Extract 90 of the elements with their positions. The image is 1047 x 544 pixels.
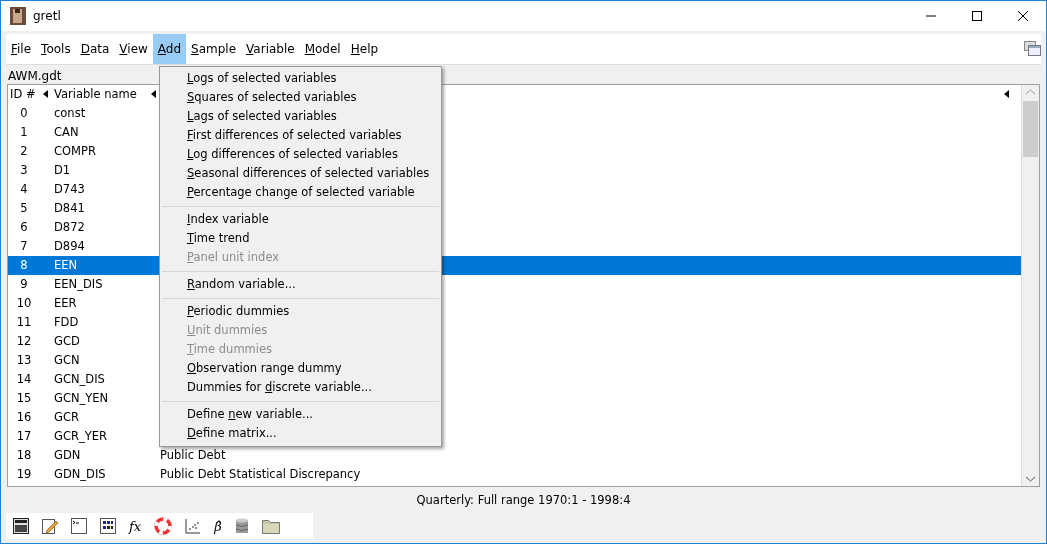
- menu-option[interactable]: Log differences of selected variables: [160, 145, 441, 164]
- menu-option[interactable]: Periodic dummies: [160, 302, 441, 321]
- id-cell[interactable]: 3: [8, 160, 54, 180]
- scroll-thumb[interactable]: [1023, 100, 1038, 157]
- id-cell[interactable]: 2: [8, 141, 54, 161]
- menu-item[interactable]: Add: [152, 33, 187, 64]
- menu-item[interactable]: File: [6, 33, 37, 64]
- menu-option[interactable]: Define new variable...: [160, 405, 441, 424]
- window-title: gretl: [33, 8, 61, 23]
- description-cell-text: Public Debt: [160, 446, 226, 464]
- name-cell[interactable]: D894: [54, 236, 160, 256]
- id-cell[interactable]: 13: [8, 350, 54, 370]
- sort-arrow-icon[interactable]: [151, 90, 156, 99]
- id-cell[interactable]: 7: [8, 236, 54, 256]
- database-icon[interactable]: [234, 517, 249, 535]
- name-cell[interactable]: FDD: [54, 312, 160, 332]
- folder-icon[interactable]: [261, 518, 280, 534]
- id-cell[interactable]: 9: [8, 274, 54, 294]
- id-cell[interactable]: 15: [8, 388, 54, 408]
- id-cell[interactable]: 6: [8, 217, 54, 237]
- menu-option[interactable]: Observation range dummy: [160, 359, 441, 378]
- menu-option[interactable]: Index variable: [160, 210, 441, 229]
- menu-item[interactable]: Model: [299, 33, 346, 64]
- id-cell[interactable]: 8: [8, 255, 54, 275]
- menu-option[interactable]: Dummies for discrete variable...: [160, 378, 441, 397]
- sort-arrow-icon[interactable]: [43, 90, 48, 99]
- id-cell[interactable]: 19: [8, 464, 54, 484]
- id-cell[interactable]: 18: [8, 445, 54, 465]
- column-header[interactable]: Variable name: [52, 87, 147, 102]
- file-label: AWM.gdt: [8, 68, 62, 83]
- id-cell[interactable]: 0: [8, 103, 54, 123]
- menu-option[interactable]: First differences of selected variables: [160, 126, 441, 145]
- menu-option[interactable]: Time trend: [160, 229, 441, 248]
- id-cell[interactable]: 16: [8, 407, 54, 427]
- terminal-icon[interactable]: [71, 518, 87, 535]
- notepad-pencil-icon[interactable]: [42, 518, 58, 535]
- menu-item[interactable]: Variable: [241, 33, 300, 64]
- name-cell[interactable]: D743: [54, 179, 160, 199]
- name-cell[interactable]: EEN_DIS: [54, 274, 160, 294]
- windows-icon[interactable]: [1024, 41, 1041, 57]
- maximize-icon[interactable]: [971, 9, 983, 22]
- name-cell[interactable]: GCN: [54, 350, 160, 370]
- name-cell[interactable]: GCR: [54, 407, 160, 427]
- matrix-icon[interactable]: [100, 518, 116, 535]
- id-cell[interactable]: 14: [8, 369, 54, 389]
- menu-option[interactable]: Lags of selected variables: [160, 107, 441, 126]
- id-cell[interactable]: 10: [8, 293, 54, 313]
- menu-option[interactable]: Define matrix...: [160, 424, 441, 443]
- menu-item[interactable]: Data: [75, 33, 115, 64]
- column-header[interactable]: ID #: [8, 87, 39, 102]
- app-icon: [10, 6, 26, 25]
- id-cell[interactable]: 17: [8, 426, 54, 446]
- menu-option[interactable]: Percentage change of selected variable: [160, 183, 441, 202]
- name-cell[interactable]: GDN_DIS: [54, 464, 160, 484]
- id-cell[interactable]: 4: [8, 179, 54, 199]
- name-cell[interactable]: CAN: [54, 122, 160, 142]
- id-cell[interactable]: 12: [8, 331, 54, 351]
- status-text: Quarterly: Full range 1970:1 - 1998:4: [416, 493, 631, 508]
- menu-item[interactable]: Tools: [36, 33, 76, 64]
- name-cell[interactable]: const: [54, 103, 160, 123]
- name-cell[interactable]: EEN: [54, 255, 160, 275]
- menu-item[interactable]: View: [114, 33, 153, 64]
- id-cell[interactable]: 5: [8, 198, 54, 218]
- name-cell[interactable]: GCR_YER: [54, 426, 160, 446]
- id-cell[interactable]: 1: [8, 122, 54, 142]
- sort-arrow-icon[interactable]: [1004, 90, 1009, 99]
- name-cell[interactable]: GCN_DIS: [54, 369, 160, 389]
- menu-option[interactable]: Seasonal differences of selected variables: [160, 164, 441, 183]
- name-cell[interactable]: GCN_YEN: [54, 388, 160, 408]
- description-cell-text: Public Debt Statistical Discrepancy: [160, 465, 361, 483]
- close-icon[interactable]: [1017, 9, 1029, 22]
- name-cell[interactable]: GCD: [54, 331, 160, 351]
- menu-item[interactable]: Sample: [186, 33, 242, 64]
- toolbar-button[interactable]: fx: [129, 518, 142, 534]
- menu-option[interactable]: Logs of selected variables: [160, 69, 441, 88]
- scrollbar[interactable]: [1021, 84, 1039, 487]
- toolbar-button[interactable]: β̂: [214, 518, 222, 534]
- calculator-icon[interactable]: [13, 518, 29, 535]
- name-cell[interactable]: GDN: [54, 445, 160, 465]
- id-cell[interactable]: 11: [8, 312, 54, 332]
- lifebuoy-icon[interactable]: [154, 517, 173, 536]
- menu-option[interactable]: Random variable...: [160, 275, 441, 294]
- name-cell[interactable]: D1: [54, 160, 160, 180]
- menu-option[interactable]: Squares of selected variables: [160, 88, 441, 107]
- name-cell[interactable]: D872: [54, 217, 160, 237]
- name-cell[interactable]: COMPR: [54, 141, 160, 161]
- scatter-plot-icon[interactable]: [185, 518, 202, 535]
- menu-item[interactable]: Help: [345, 33, 384, 64]
- name-cell[interactable]: D841: [54, 198, 160, 218]
- name-cell[interactable]: EER: [54, 293, 160, 313]
